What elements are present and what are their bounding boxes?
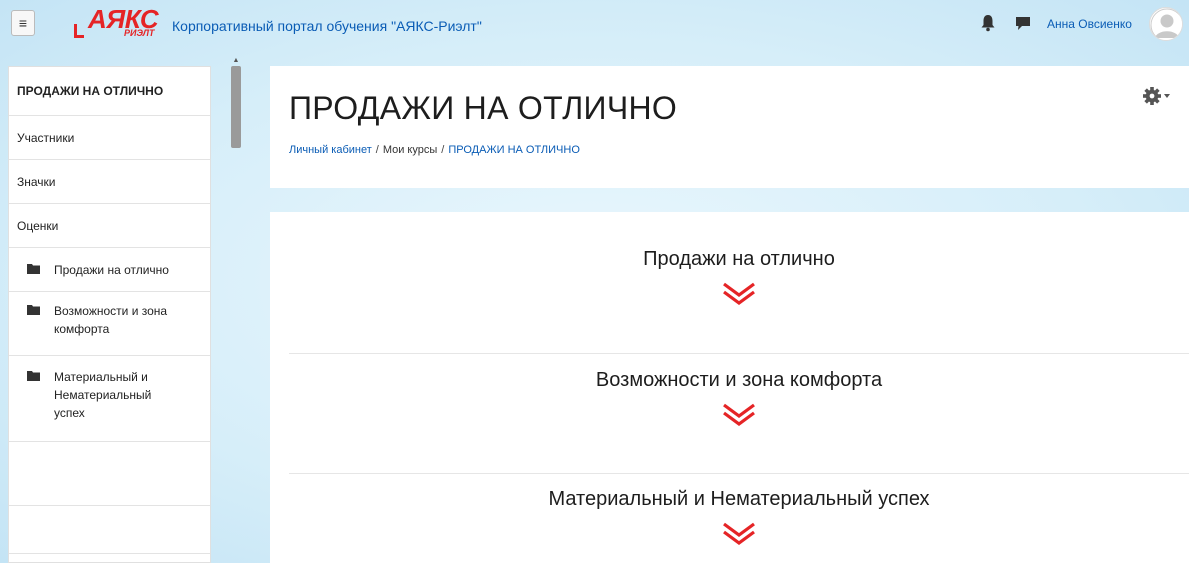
double-chevron-down-icon[interactable] [721, 521, 757, 547]
site-logo[interactable]: АЯКС РИЭЛТ [74, 4, 170, 40]
sidebar-folder-label: Возможности и зона комфорта [54, 304, 168, 336]
user-avatar[interactable] [1149, 7, 1183, 41]
course-section-comfort-zone[interactable]: Возможности и зона комфорта [289, 369, 1189, 428]
section-title[interactable]: Продажи на отлично [289, 248, 1189, 271]
double-chevron-down-icon[interactable] [721, 402, 757, 428]
top-navbar: ≡ АЯКС РИЭЛТ Корпоративный портал обучен… [0, 0, 1189, 46]
scroll-up-arrow-icon[interactable]: ▲ [230, 56, 242, 66]
sidebar-item-grades[interactable]: Оценки [9, 204, 210, 248]
breadcrumb-dashboard-link[interactable]: Личный кабинет [289, 144, 372, 156]
course-nav-sidebar: ПРОДАЖИ НА ОТЛИЧНО Участники Значки Оцен… [8, 66, 211, 563]
section-divider [289, 473, 1189, 474]
double-chevron-down-icon[interactable] [721, 281, 757, 307]
hamburger-icon: ≡ [18, 15, 28, 31]
user-name-link[interactable]: Анна Овсиенко [1047, 17, 1132, 31]
sidebar-folder-success[interactable]: Материальный и Нематериальный успех [9, 356, 210, 442]
sidebar-item-label: Участники [17, 130, 75, 145]
sidebar-folder-label: Продажи на отлично [54, 263, 169, 277]
bell-icon[interactable] [980, 14, 996, 32]
chat-icon[interactable] [1015, 15, 1031, 31]
sidebar-folder-label: Материальный и Нематериальный успех [54, 370, 152, 420]
breadcrumb-my-courses[interactable]: Мои курсы [383, 144, 437, 156]
course-section-success[interactable]: Материальный и Нематериальный успех [289, 488, 1189, 547]
settings-gear-icon[interactable] [1142, 85, 1172, 107]
site-name-link[interactable]: Корпоративный портал обучения "АЯКС-Риэл… [172, 18, 482, 34]
folder-icon [27, 305, 40, 315]
course-content-card: Продажи на отлично Возможности и зона ко… [270, 212, 1189, 563]
sidebar-folder-comfort-zone[interactable]: Возможности и зона комфорта [9, 292, 210, 356]
section-title[interactable]: Возможности и зона комфорта [289, 369, 1189, 392]
course-section-sales[interactable]: Продажи на отлично [289, 248, 1189, 307]
sidebar-course-title-label: ПРОДАЖИ НА ОТЛИЧНО [17, 84, 164, 98]
sidebar-item-badges[interactable]: Значки [9, 160, 210, 204]
folder-icon [27, 371, 40, 381]
breadcrumb-separator: / [375, 144, 379, 156]
logo-subtext: РИЭЛТ [124, 28, 155, 38]
sidebar-folder-sales[interactable]: Продажи на отлично [9, 248, 210, 292]
breadcrumb: Личный кабинет / Мои курсы / ПРОДАЖИ НА ОТЛИ… [289, 144, 580, 156]
hamburger-menu-button[interactable]: ≡ [11, 10, 35, 36]
scroll-thumb[interactable] [231, 66, 241, 148]
sidebar-empty-row [9, 506, 210, 554]
sidebar-scrollbar[interactable]: ▲ [230, 56, 242, 563]
breadcrumb-separator: / [441, 144, 445, 156]
logo-bracket-icon [74, 24, 84, 38]
breadcrumb-course-link[interactable]: ПРОДАЖИ НА ОТЛИЧНО [448, 144, 580, 156]
sidebar-item-label: Значки [17, 174, 56, 189]
folder-icon [27, 264, 40, 274]
avatar-placeholder-icon [1150, 8, 1182, 40]
sidebar-empty-row [9, 442, 210, 506]
sidebar-course-title[interactable]: ПРОДАЖИ НА ОТЛИЧНО [9, 67, 210, 116]
sidebar-item-participants[interactable]: Участники [9, 116, 210, 160]
page-title: ПРОДАЖИ НА ОТЛИЧНО [289, 90, 678, 126]
section-title[interactable]: Материальный и Нематериальный успех [289, 488, 1189, 511]
section-divider [289, 353, 1189, 354]
sidebar-item-label: Оценки [17, 218, 59, 233]
page-header-card: ПРОДАЖИ НА ОТЛИЧНО Личный кабинет / Мои ку… [270, 66, 1189, 188]
